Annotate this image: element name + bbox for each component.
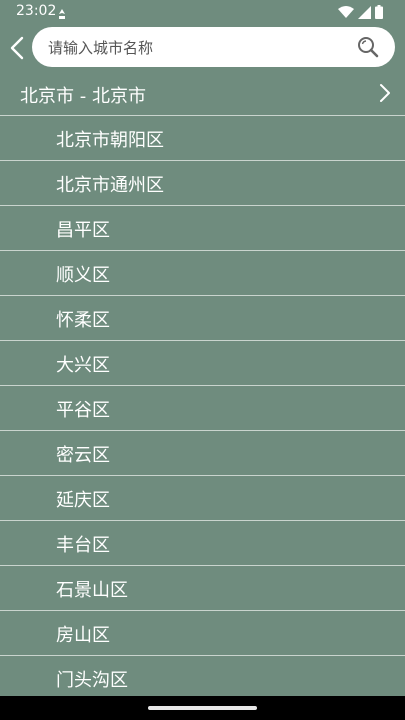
search-input[interactable]: 请输入城市名称 <box>32 27 395 67</box>
list-item[interactable]: 平谷区 <box>0 386 405 431</box>
district-label: 房山区 <box>56 625 110 646</box>
district-label: 门头沟区 <box>56 670 128 691</box>
list-item[interactable]: 密云区 <box>0 431 405 476</box>
battery-icon <box>375 4 383 23</box>
district-label: 昌平区 <box>56 220 110 241</box>
wifi-icon <box>338 4 354 23</box>
district-label: 大兴区 <box>56 355 110 376</box>
back-button[interactable] <box>6 34 28 62</box>
district-label: 石景山区 <box>56 580 128 601</box>
district-label: 延庆区 <box>56 490 110 511</box>
signal-icon <box>358 4 371 23</box>
list-item[interactable]: 门头沟区 <box>0 656 405 701</box>
list-item[interactable]: 房山区 <box>0 611 405 656</box>
list-item[interactable]: 顺义区 <box>0 251 405 296</box>
screen: 23:02 请输入城市名称 北京市 - 北京市 北京市朝阳区 北京市通州区 昌平… <box>0 0 405 720</box>
status-icons <box>338 4 383 23</box>
top-bar: 请输入城市名称 <box>0 24 405 70</box>
district-label: 密云区 <box>56 445 110 466</box>
home-indicator[interactable] <box>148 706 257 710</box>
list-item[interactable]: 怀柔区 <box>0 296 405 341</box>
district-label: 北京市朝阳区 <box>56 130 164 151</box>
district-label: 平谷区 <box>56 400 110 421</box>
city-header-row[interactable]: 北京市 - 北京市 <box>0 72 405 116</box>
navigation-bar <box>0 696 405 720</box>
list-item[interactable]: 大兴区 <box>0 341 405 386</box>
district-label: 北京市通州区 <box>56 175 164 196</box>
list-item[interactable]: 昌平区 <box>0 206 405 251</box>
list-item[interactable]: 北京市通州区 <box>0 161 405 206</box>
search-icon[interactable] <box>357 36 379 58</box>
district-list: 北京市朝阳区 北京市通州区 昌平区 顺义区 怀柔区 大兴区 平谷区 密云区 延庆… <box>0 116 405 701</box>
district-label: 顺义区 <box>56 265 110 286</box>
district-label: 怀柔区 <box>56 310 110 331</box>
search-placeholder: 请输入城市名称 <box>48 39 154 57</box>
list-item[interactable]: 丰台区 <box>0 521 405 566</box>
chevron-left-icon <box>10 36 24 60</box>
district-label: 丰台区 <box>56 535 110 556</box>
list-item[interactable]: 延庆区 <box>0 476 405 521</box>
list-item[interactable]: 石景山区 <box>0 566 405 611</box>
status-time: 23:02 <box>16 3 57 19</box>
chevron-right-icon <box>380 84 390 102</box>
city-header-title: 北京市 - 北京市 <box>20 86 146 107</box>
list-item[interactable]: 北京市朝阳区 <box>0 116 405 161</box>
status-bar: 23:02 <box>0 0 405 24</box>
notification-icon <box>57 5 67 19</box>
